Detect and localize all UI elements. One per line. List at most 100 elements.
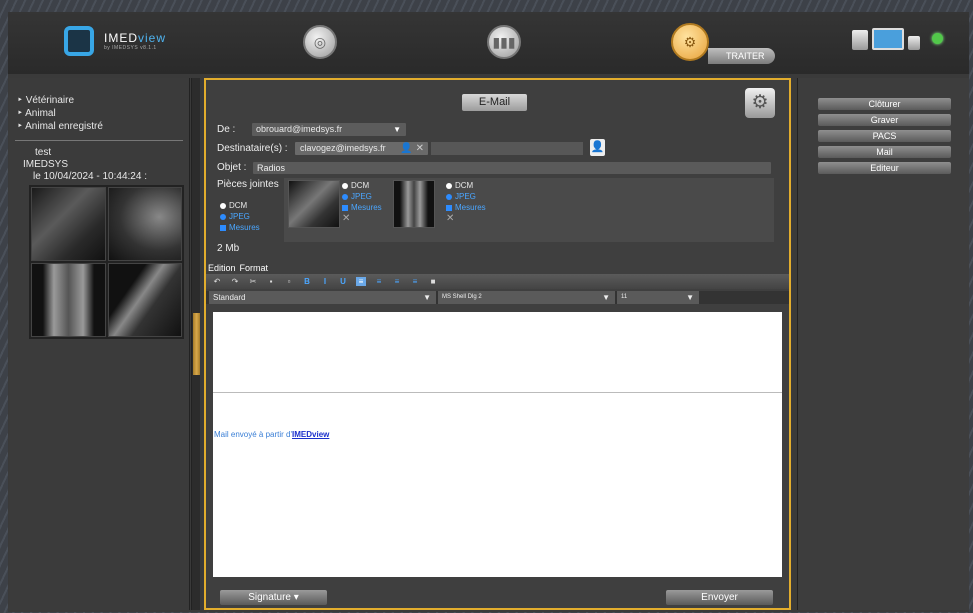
app-window: IMEDview by IMEDSYS v8.1.1 ◎ ▮▮▮ ⚙ TRAIT…	[8, 12, 969, 612]
paste-icon[interactable]: ▫	[284, 277, 294, 286]
mail-footer: Mail envoyé à partir d'IMEDview	[214, 430, 329, 439]
study-thumbnails	[29, 185, 184, 339]
cloturer-button[interactable]: Clôturer	[818, 98, 951, 110]
chevron-down-icon: ▼	[602, 293, 610, 302]
cut-icon[interactable]: ✂	[248, 277, 258, 286]
chevron-down-icon: ▼	[686, 293, 694, 302]
monitor-icon	[872, 28, 904, 50]
italic-icon[interactable]: I	[320, 277, 330, 286]
dcm-option[interactable]: DCM	[446, 180, 506, 191]
divider	[15, 140, 183, 141]
signature-label: Signature	[248, 592, 291, 603]
font-value: MS Shell Dlg 2	[442, 294, 482, 300]
app-logo: IMEDview by IMEDSYS v8.1.1	[64, 26, 166, 56]
study-date: le 10/04/2024 - 10:44:24 :	[33, 171, 147, 182]
to-label: Destinataire(s) :	[217, 143, 288, 154]
logo-name-part2: view	[138, 31, 167, 45]
mail-settings-icon[interactable]: ⚙	[745, 88, 775, 118]
from-select[interactable]: obrouard@imedsys.fr ▼	[252, 123, 406, 136]
logo-icon	[64, 26, 94, 56]
align-left-icon[interactable]: ≡	[356, 277, 366, 286]
font-size-value: 11	[621, 294, 628, 300]
jpeg-option[interactable]: JPEG	[220, 211, 280, 222]
xray-thumbnail[interactable]	[31, 263, 106, 337]
acquisition-nav-icon[interactable]: ◎	[303, 25, 337, 59]
remove-recipient-icon[interactable]: 👤 ✕	[400, 142, 424, 155]
align-right-icon[interactable]: ≡	[392, 277, 402, 286]
attachment-thumbnail	[288, 180, 340, 228]
dcm-option[interactable]: DCM	[220, 200, 280, 211]
nav-item-veterinaire[interactable]: ‣ Vétérinaire	[9, 94, 189, 107]
attachments-label: Pièces jointes	[217, 179, 279, 190]
database-icon	[908, 36, 920, 50]
message-body-editor[interactable]: Mail envoyé à partir d'IMEDview	[213, 312, 782, 577]
attachment-options: DCM JPEG Mesures	[220, 200, 280, 233]
logo-subtitle: by IMEDSYS v8.1.1	[104, 45, 157, 51]
scroll-grip[interactable]	[193, 313, 200, 375]
chevron-down-icon: ▼	[393, 125, 401, 134]
chevron-down-icon: ▼	[423, 293, 431, 302]
xray-thumbnail[interactable]	[107, 187, 182, 261]
editor-menu-bar: Edition Format	[206, 263, 789, 274]
signature-button[interactable]: Signature ▾	[220, 590, 327, 605]
status-led-icon	[932, 33, 943, 44]
process-gear-icon[interactable]: ⚙	[671, 23, 709, 61]
signature-divider	[213, 392, 782, 393]
nav-item-label: Vétérinaire	[25, 95, 75, 106]
contact-book-icon[interactable]: 👤	[590, 139, 605, 156]
copy-icon[interactable]: ▪	[266, 277, 276, 286]
editor-toolbar: ↶ ↷ ✂ ▪ ▫ B I U ≡ ≡ ≡ ≡ ■	[206, 274, 789, 289]
undo-icon[interactable]: ↶	[212, 277, 222, 286]
bold-icon[interactable]: B	[302, 277, 312, 286]
study-title: test	[35, 147, 52, 158]
attachment-options: DCM JPEG Mesures ✕	[446, 180, 506, 224]
subject-input[interactable]: Radios	[253, 162, 771, 174]
xray-thumbnail[interactable]	[31, 187, 106, 261]
nav-item-label: Animal enregistré	[25, 121, 103, 132]
network-status	[852, 28, 943, 50]
jpeg-option[interactable]: JPEG	[446, 191, 506, 202]
xray-thumbnail[interactable]	[107, 263, 182, 337]
style-select[interactable]: Standard ▼	[209, 291, 436, 304]
chart-nav-icon[interactable]: ▮▮▮	[487, 25, 521, 59]
editeur-button[interactable]: Editeur	[818, 162, 951, 174]
align-center-icon[interactable]: ≡	[374, 277, 384, 286]
study-org: IMEDSYS	[23, 159, 69, 170]
send-button[interactable]: Envoyer	[666, 590, 773, 605]
recipient-input[interactable]	[431, 142, 583, 155]
nav-item-animal-enregistre[interactable]: ‣ Animal enregistré	[9, 120, 189, 133]
menu-format[interactable]: Format	[240, 263, 269, 274]
redo-icon[interactable]: ↷	[230, 277, 240, 286]
from-value: obrouard@imedsys.fr	[256, 124, 343, 134]
justify-icon[interactable]: ≡	[410, 277, 420, 286]
recipient-tag[interactable]: clavogez@imedsys.fr 👤 ✕	[295, 142, 428, 155]
font-size-select[interactable]: 11 ▼	[617, 291, 699, 304]
nav-item-label: Animal	[25, 108, 56, 119]
menu-edition[interactable]: Edition	[208, 263, 236, 274]
top-bar: IMEDview by IMEDSYS v8.1.1 ◎ ▮▮▮ ⚙ TRAIT…	[8, 12, 969, 74]
graver-button[interactable]: Graver	[818, 114, 951, 126]
recipient-value: clavogez@imedsys.fr	[300, 143, 386, 153]
nav-item-animal[interactable]: ‣ Animal	[9, 107, 189, 120]
left-panel: ‣ Vétérinaire ‣ Animal ‣ Animal enregist…	[9, 78, 190, 610]
underline-icon[interactable]: U	[338, 277, 348, 286]
text-color-icon[interactable]: ■	[428, 277, 438, 286]
left-panel-scrollbar[interactable]	[191, 78, 200, 610]
server-icon	[852, 30, 868, 50]
mail-button[interactable]: Mail	[818, 146, 951, 158]
mesures-checkbox[interactable]: Mesures	[220, 222, 280, 233]
remove-attachment-icon[interactable]: ✕	[446, 213, 506, 224]
footer-text: Mail envoyé à partir d'	[214, 430, 293, 439]
format-bar: Standard ▼ MS Shell Dlg 2 ▼ 11 ▼	[206, 291, 789, 304]
pacs-button[interactable]: PACS	[818, 130, 951, 142]
imedview-link[interactable]: IMEDview	[292, 430, 329, 439]
study-entry[interactable]: test IMEDSYS le 10/04/2024 - 10:44:24 :	[9, 147, 189, 183]
style-value: Standard	[213, 293, 246, 302]
email-panel: E-Mail ⚙ De : obrouard@imedsys.fr ▼ Dest…	[204, 78, 791, 610]
font-select[interactable]: MS Shell Dlg 2 ▼	[438, 291, 615, 304]
subject-label: Objet :	[217, 162, 247, 173]
traiter-button[interactable]: TRAITER	[708, 48, 775, 64]
mesures-checkbox[interactable]: Mesures	[446, 202, 506, 213]
logo-name-part1: IMED	[104, 31, 138, 45]
email-title: E-Mail	[462, 94, 527, 111]
